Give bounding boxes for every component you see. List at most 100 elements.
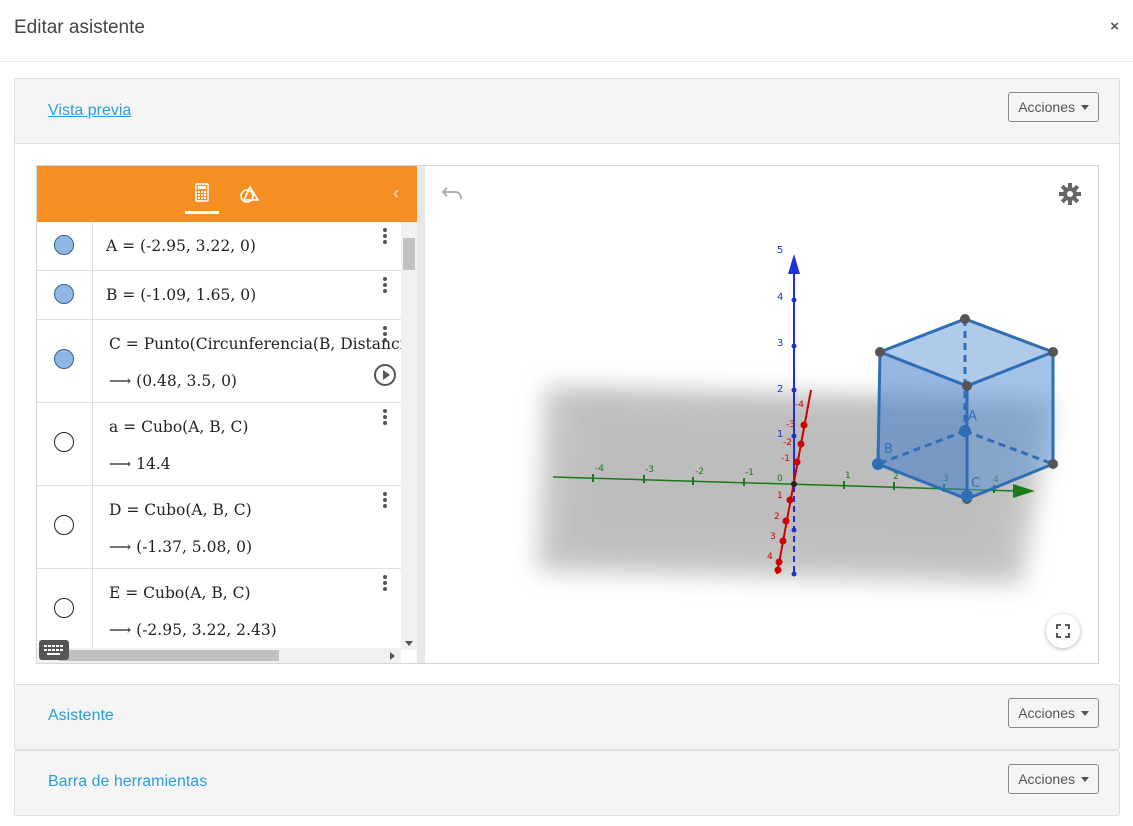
preview-link[interactable]: Vista previa bbox=[48, 102, 131, 120]
point-label: B bbox=[884, 442, 893, 457]
row-output: ⟶ (-1.37, 5.08, 0) bbox=[109, 538, 253, 556]
preview-actions-button[interactable]: Acciones bbox=[1008, 92, 1099, 122]
play-icon[interactable] bbox=[374, 364, 396, 386]
more-menu-icon[interactable] bbox=[382, 492, 388, 510]
assistant-link[interactable]: Asistente bbox=[48, 707, 114, 725]
scene-3d: 1 2 3 4 5 -4 -3 -2 -1 0 1 2 -1 -2 -3 -4 … bbox=[537, 245, 1058, 584]
caret-down-icon bbox=[1081, 777, 1089, 782]
horizontal-scrollbar[interactable] bbox=[37, 648, 401, 663]
toolbar-panel: Barra de herramientas Acciones bbox=[14, 750, 1120, 816]
more-menu-icon[interactable] bbox=[382, 277, 388, 295]
row-expression[interactable]: A = (-2.95, 3.22, 0) bbox=[106, 237, 256, 255]
vertical-scrollbar[interactable] bbox=[401, 222, 417, 650]
x-tick-label: -1 bbox=[745, 468, 754, 478]
scroll-thumb[interactable] bbox=[403, 238, 415, 270]
more-menu-icon[interactable] bbox=[382, 228, 388, 246]
caret-down-icon bbox=[1081, 105, 1089, 110]
tab-algebra[interactable] bbox=[185, 180, 219, 214]
x-tick-label: 2 bbox=[893, 472, 899, 482]
y-tick-label: -3 bbox=[786, 420, 795, 430]
x-tick-label: -2 bbox=[695, 467, 704, 477]
algebra-list: A = (-2.95, 3.22, 0) B = (-1.09, 1.65, 0… bbox=[37, 222, 401, 650]
tab-tools[interactable] bbox=[233, 180, 267, 208]
point-label: A bbox=[968, 409, 977, 424]
more-menu-icon[interactable] bbox=[382, 575, 388, 593]
algebra-row[interactable]: B = (-1.09, 1.65, 0) bbox=[37, 271, 401, 320]
x-tick-label: -4 bbox=[595, 464, 604, 474]
z-tick-label: 4 bbox=[777, 292, 783, 303]
keyboard-icon bbox=[44, 645, 63, 655]
y-tick-label: -4 bbox=[795, 400, 804, 410]
scroll-down-icon[interactable] bbox=[405, 641, 413, 646]
row-expression[interactable]: D = Cubo(A, B, C) bbox=[109, 501, 252, 519]
x-tick-label: -3 bbox=[645, 465, 654, 475]
actions-label: Acciones bbox=[1018, 705, 1075, 721]
calculator-icon bbox=[195, 183, 209, 202]
collapse-icon[interactable]: ‹ bbox=[393, 183, 399, 204]
shapes-icon bbox=[240, 185, 260, 203]
visibility-toggle[interactable] bbox=[54, 598, 74, 618]
algebra-row[interactable]: D = Cubo(A, B, C) ⟶ (-1.37, 5.08, 0) bbox=[37, 486, 401, 569]
visibility-toggle[interactable] bbox=[54, 349, 74, 369]
actions-label: Acciones bbox=[1018, 99, 1075, 115]
x-tick-label: 0 bbox=[777, 474, 783, 484]
y-tick-label: 4 bbox=[767, 552, 773, 562]
toolbar-panel-header: Barra de herramientas Acciones bbox=[15, 751, 1119, 815]
more-menu-icon[interactable] bbox=[382, 326, 388, 344]
toolbar-actions-button[interactable]: Acciones bbox=[1008, 764, 1099, 794]
z-tick-label: 5 bbox=[777, 245, 783, 256]
graphics-3d-view[interactable]: 1 2 3 4 5 -4 -3 -2 -1 0 1 2 -1 -2 -3 -4 … bbox=[425, 166, 1098, 663]
modal-title: Editar asistente bbox=[14, 17, 145, 38]
visibility-toggle[interactable] bbox=[54, 235, 74, 255]
actions-label: Acciones bbox=[1018, 771, 1075, 787]
z-tick-label: 2 bbox=[777, 384, 783, 395]
row-expression[interactable]: C = Punto(Circunferencia(B, Distancia(A bbox=[109, 335, 401, 353]
visibility-toggle[interactable] bbox=[54, 515, 74, 535]
row-output: ⟶ (0.48, 3.5, 0) bbox=[109, 372, 237, 390]
more-menu-icon[interactable] bbox=[382, 409, 388, 427]
marble-cell bbox=[37, 320, 93, 402]
marble-cell bbox=[37, 222, 93, 270]
fullscreen-button[interactable] bbox=[1046, 614, 1080, 648]
y-tick-label: 2 bbox=[774, 512, 780, 522]
row-expression[interactable]: a = Cubo(A, B, C) bbox=[109, 418, 248, 436]
y-tick-label: 1 bbox=[777, 491, 783, 501]
point-label: C bbox=[971, 476, 980, 491]
marble-cell bbox=[37, 569, 93, 650]
row-output: ⟶ 14.4 bbox=[109, 455, 171, 473]
algebra-view: ‹ A = (-2.95, 3.22, 0) B = (-1.09, 1.65,… bbox=[37, 166, 417, 663]
algebra-row[interactable]: A = (-2.95, 3.22, 0) bbox=[37, 222, 401, 271]
y-tick-label: 3 bbox=[770, 532, 776, 542]
scroll-right-icon[interactable] bbox=[390, 652, 395, 660]
scroll-thumb[interactable] bbox=[59, 650, 279, 661]
row-expression[interactable]: B = (-1.09, 1.65, 0) bbox=[106, 286, 256, 304]
close-button[interactable]: × bbox=[1110, 18, 1119, 35]
assistant-panel-header: Asistente Acciones bbox=[15, 685, 1119, 749]
keyboard-button[interactable] bbox=[39, 640, 69, 660]
algebra-toolbar: ‹ bbox=[37, 166, 417, 222]
assistant-panel: Asistente Acciones bbox=[14, 684, 1120, 750]
assistant-actions-button[interactable]: Acciones bbox=[1008, 698, 1099, 728]
marble-cell bbox=[37, 486, 93, 568]
y-tick-label: -1 bbox=[781, 454, 790, 464]
row-expression[interactable]: E = Cubo(A, B, C) bbox=[109, 584, 251, 602]
modal-header: Editar asistente × bbox=[0, 0, 1133, 62]
fullscreen-icon bbox=[1056, 624, 1070, 638]
x-tick-label: 1 bbox=[845, 471, 851, 481]
geogebra-applet: ‹ A = (-2.95, 3.22, 0) B = (-1.09, 1.65,… bbox=[36, 165, 1099, 664]
caret-down-icon bbox=[1081, 711, 1089, 716]
toolbar-link[interactable]: Barra de herramientas bbox=[48, 773, 207, 791]
visibility-toggle[interactable] bbox=[54, 432, 74, 452]
marble-cell bbox=[37, 403, 93, 485]
algebra-row[interactable]: a = Cubo(A, B, C) ⟶ 14.4 bbox=[37, 403, 401, 486]
row-output: ⟶ (-2.95, 3.22, 2.43) bbox=[109, 621, 277, 639]
preview-panel: Vista previa Acciones ‹ A = (-2.95, 3.22… bbox=[14, 78, 1120, 685]
algebra-row[interactable]: C = Punto(Circunferencia(B, Distancia(A … bbox=[37, 320, 401, 403]
preview-panel-body: ‹ A = (-2.95, 3.22, 0) B = (-1.09, 1.65,… bbox=[15, 143, 1119, 684]
view-divider[interactable] bbox=[417, 166, 425, 663]
marble-cell bbox=[37, 271, 93, 319]
visibility-toggle[interactable] bbox=[54, 284, 74, 304]
algebra-row[interactable]: E = Cubo(A, B, C) ⟶ (-2.95, 3.22, 2.43) bbox=[37, 569, 401, 650]
z-tick-label: 3 bbox=[777, 338, 783, 349]
y-tick-label: -2 bbox=[783, 438, 792, 448]
